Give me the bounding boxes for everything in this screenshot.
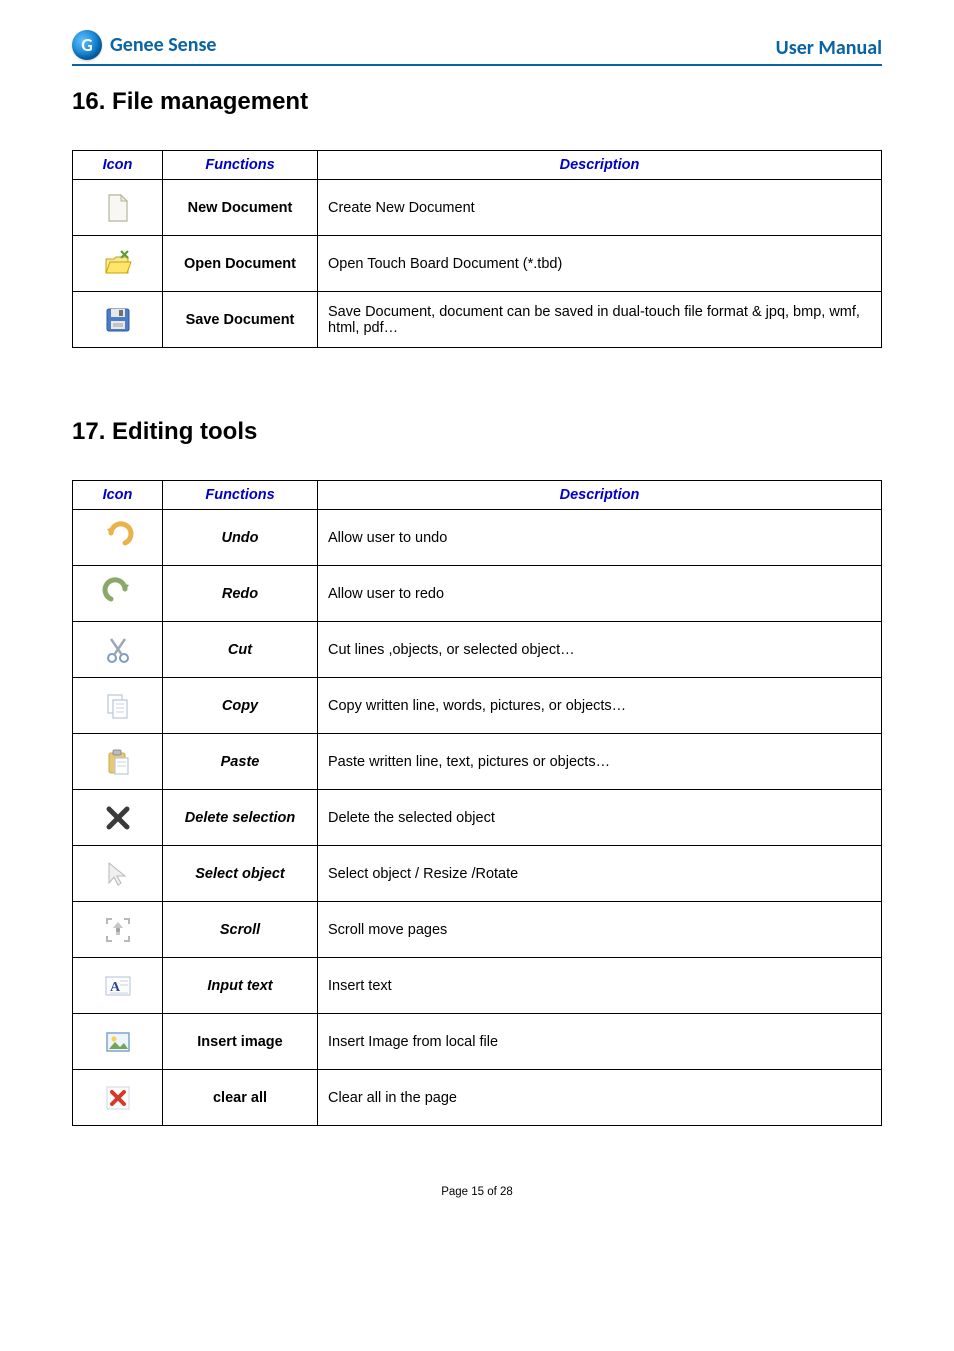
table-row: Insert image Insert Image from local fil… bbox=[73, 1014, 882, 1070]
save-document-icon bbox=[101, 303, 135, 337]
func-cell: Cut bbox=[163, 622, 318, 678]
table-row: clear all Clear all in the page bbox=[73, 1070, 882, 1126]
undo-icon bbox=[101, 521, 135, 555]
paste-icon bbox=[101, 745, 135, 779]
clear-all-icon bbox=[101, 1081, 135, 1115]
func-cell: Scroll bbox=[163, 902, 318, 958]
desc-cell: Select object / Resize /Rotate bbox=[318, 846, 882, 902]
page-number: Page 15 of 28 bbox=[72, 1186, 882, 1198]
doc-label: User Manual bbox=[776, 36, 882, 60]
cut-icon bbox=[101, 633, 135, 667]
icon-cell bbox=[73, 180, 163, 236]
func-cell: Delete selection bbox=[163, 790, 318, 846]
icon-cell: A bbox=[73, 958, 163, 1014]
col-header-functions: Functions bbox=[163, 481, 318, 510]
editing-tools-table: Icon Functions Description Undo Allow us… bbox=[72, 480, 882, 1126]
col-header-icon: Icon bbox=[73, 481, 163, 510]
icon-cell bbox=[73, 902, 163, 958]
func-cell: Insert image bbox=[163, 1014, 318, 1070]
input-text-icon: A bbox=[101, 969, 135, 1003]
table-row: Open Document Open Touch Board Document … bbox=[73, 236, 882, 292]
desc-cell: Save Document, document can be saved in … bbox=[318, 292, 882, 348]
desc-cell: Create New Document bbox=[318, 180, 882, 236]
table-row: Cut Cut lines ,objects, or selected obje… bbox=[73, 622, 882, 678]
col-header-functions: Functions bbox=[163, 151, 318, 180]
desc-cell: Paste written line, text, pictures or ob… bbox=[318, 734, 882, 790]
table-row: Save Document Save Document, document ca… bbox=[73, 292, 882, 348]
select-object-icon bbox=[101, 857, 135, 891]
icon-cell bbox=[73, 678, 163, 734]
func-cell: Save Document bbox=[163, 292, 318, 348]
icon-cell bbox=[73, 622, 163, 678]
func-cell: clear all bbox=[163, 1070, 318, 1126]
desc-cell: Allow user to undo bbox=[318, 510, 882, 566]
icon-cell bbox=[73, 734, 163, 790]
section-title-editing-tools: 17. Editing tools bbox=[72, 418, 882, 446]
table-row: Select object Select object / Resize /Ro… bbox=[73, 846, 882, 902]
icon-cell bbox=[73, 236, 163, 292]
desc-cell: Copy written line, words, pictures, or o… bbox=[318, 678, 882, 734]
file-management-table: Icon Functions Description New Document … bbox=[72, 150, 882, 348]
insert-image-icon bbox=[101, 1025, 135, 1059]
icon-cell bbox=[73, 1014, 163, 1070]
desc-cell: Cut lines ,objects, or selected object… bbox=[318, 622, 882, 678]
func-cell: Input text bbox=[163, 958, 318, 1014]
func-cell: Redo bbox=[163, 566, 318, 622]
table-header-row: Icon Functions Description bbox=[73, 481, 882, 510]
table-header-row: Icon Functions Description bbox=[73, 151, 882, 180]
func-cell: Copy bbox=[163, 678, 318, 734]
scroll-icon bbox=[101, 913, 135, 947]
copy-icon bbox=[101, 689, 135, 723]
func-cell: Paste bbox=[163, 734, 318, 790]
col-header-description: Description bbox=[318, 151, 882, 180]
table-row: New Document Create New Document bbox=[73, 180, 882, 236]
desc-cell: Allow user to redo bbox=[318, 566, 882, 622]
desc-cell: Scroll move pages bbox=[318, 902, 882, 958]
brand: G Genee Sense bbox=[72, 30, 217, 60]
redo-icon bbox=[101, 577, 135, 611]
icon-cell bbox=[73, 790, 163, 846]
func-cell: Undo bbox=[163, 510, 318, 566]
table-row: Scroll Scroll move pages bbox=[73, 902, 882, 958]
desc-cell: Delete the selected object bbox=[318, 790, 882, 846]
func-cell: New Document bbox=[163, 180, 318, 236]
section-title-file-management: 16. File management bbox=[72, 88, 882, 116]
table-row: Redo Allow user to redo bbox=[73, 566, 882, 622]
desc-cell: Insert Image from local file bbox=[318, 1014, 882, 1070]
table-row: Delete selection Delete the selected obj… bbox=[73, 790, 882, 846]
table-row: Undo Allow user to undo bbox=[73, 510, 882, 566]
func-cell: Select object bbox=[163, 846, 318, 902]
brand-logo-icon: G bbox=[72, 30, 102, 60]
desc-cell: Insert text bbox=[318, 958, 882, 1014]
icon-cell bbox=[73, 292, 163, 348]
page-root: G Genee Sense User Manual 16. File manag… bbox=[0, 0, 954, 1238]
new-document-icon bbox=[101, 191, 135, 225]
icon-cell bbox=[73, 510, 163, 566]
desc-cell: Clear all in the page bbox=[318, 1070, 882, 1126]
col-header-description: Description bbox=[318, 481, 882, 510]
table-row: Paste Paste written line, text, pictures… bbox=[73, 734, 882, 790]
open-document-icon bbox=[101, 247, 135, 281]
page-header: G Genee Sense User Manual bbox=[72, 30, 882, 66]
icon-cell bbox=[73, 846, 163, 902]
col-header-icon: Icon bbox=[73, 151, 163, 180]
func-cell: Open Document bbox=[163, 236, 318, 292]
brand-name: Genee Sense bbox=[110, 33, 217, 57]
table-row: Copy Copy written line, words, pictures,… bbox=[73, 678, 882, 734]
desc-cell: Open Touch Board Document (*.tbd) bbox=[318, 236, 882, 292]
icon-cell bbox=[73, 566, 163, 622]
delete-selection-icon bbox=[101, 801, 135, 835]
icon-cell bbox=[73, 1070, 163, 1126]
table-row: A Input text Insert text bbox=[73, 958, 882, 1014]
